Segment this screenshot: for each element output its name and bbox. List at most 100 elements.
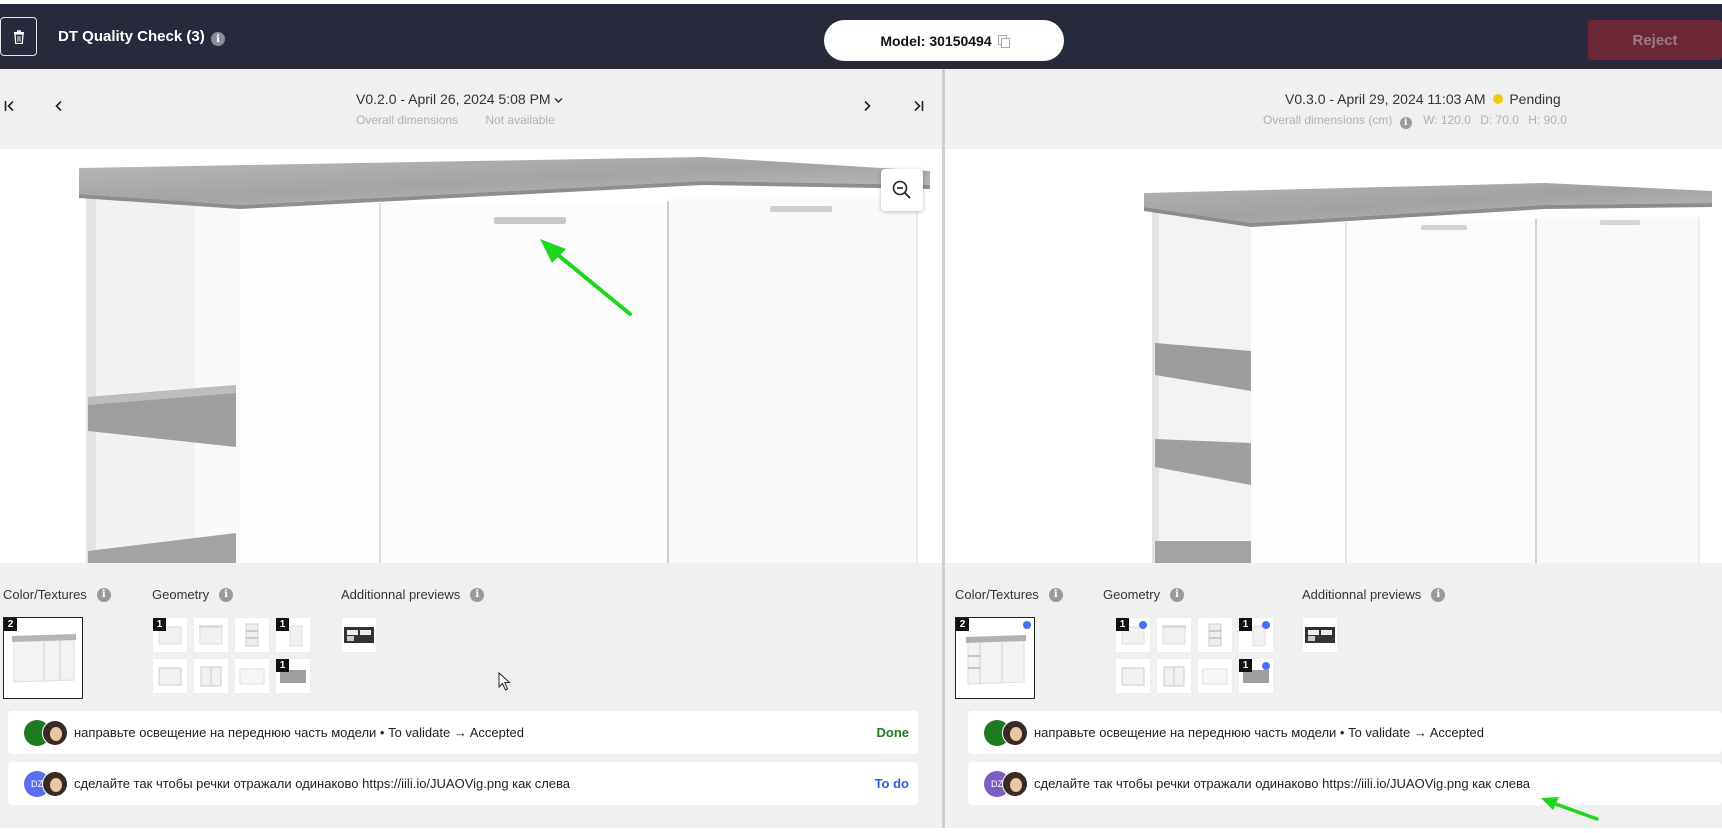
unread-indicator xyxy=(1139,621,1147,629)
delete-button[interactable] xyxy=(0,17,37,56)
info-icon[interactable]: i xyxy=(1399,117,1412,129)
left-version-panel: V0.2.0 - April 26, 2024 5:08 PM Overall … xyxy=(0,69,942,828)
avatar-group xyxy=(976,719,1028,746)
avatar xyxy=(42,770,68,797)
version-label: V0.3.0 - April 29, 2024 11:03 AM xyxy=(1285,91,1486,107)
color-textures-section: Color/Textures i xyxy=(3,587,111,602)
geometry-thumbnail[interactable] xyxy=(152,658,188,694)
model-label: Model: 30150494 xyxy=(880,32,992,49)
avatar xyxy=(42,719,68,746)
avatar-group: DZ xyxy=(16,770,68,797)
dimension-height: H: 90.0 xyxy=(1528,113,1567,127)
geometry-thumbnail[interactable]: 1 xyxy=(275,617,311,653)
info-icon[interactable]: i xyxy=(1170,587,1185,602)
comment-row[interactable]: направьте освещение на переднюю часть мо… xyxy=(968,711,1722,754)
previous-version-button[interactable] xyxy=(54,99,64,117)
geometry-thumbnail[interactable] xyxy=(1156,617,1192,653)
status-badge[interactable]: To do xyxy=(875,776,909,791)
first-version-button[interactable] xyxy=(4,99,16,117)
geometry-section: Geometry i xyxy=(1103,587,1185,602)
next-version-button[interactable] xyxy=(862,99,872,117)
avatar-group: DZ xyxy=(976,770,1028,797)
version-selector[interactable]: V0.2.0 - April 26, 2024 5:08 PM xyxy=(356,91,563,107)
section-label: Color/Textures xyxy=(955,587,1039,602)
unread-indicator xyxy=(1262,662,1270,670)
last-icon xyxy=(914,100,924,112)
section-label: Additionnal previews xyxy=(1302,587,1422,602)
thumbnail-image xyxy=(1208,623,1222,647)
avatar-group xyxy=(16,719,68,746)
version-header: V0.2.0 - April 26, 2024 5:08 PM Overall … xyxy=(0,69,942,149)
zoom-out-icon xyxy=(892,180,911,199)
comment-text: сделайте так чтобы речки отражали одинак… xyxy=(74,776,570,791)
unread-indicator xyxy=(1023,621,1031,629)
version-label: V0.2.0 - April 26, 2024 5:08 PM xyxy=(356,91,551,107)
info-icon[interactable]: i xyxy=(219,587,234,602)
geometry-thumbnail[interactable]: 1 xyxy=(1238,658,1274,694)
dimensions-label: Overall dimensions xyxy=(356,113,459,127)
info-icon[interactable]: i xyxy=(470,587,485,602)
section-label: Geometry xyxy=(152,587,210,602)
unread-indicator xyxy=(1262,621,1270,629)
count-badge: 1 xyxy=(1116,618,1129,631)
section-label: Color/Textures xyxy=(3,587,87,602)
last-version-button[interactable] xyxy=(912,99,924,117)
comment-row[interactable]: DZ сделайте так чтобы речки отражали оди… xyxy=(8,762,918,805)
dimensions-row: Overall dimensions Not available xyxy=(356,113,555,127)
comment-text: сделайте так чтобы речки отражали одинак… xyxy=(1034,776,1530,791)
additional-previews-section: Additionnal previews i xyxy=(341,587,485,602)
comment-text: направьте освещение на переднюю часть мо… xyxy=(1034,725,1484,740)
model-preview-viewer[interactable] xyxy=(945,149,1722,563)
copy-icon[interactable] xyxy=(997,35,1010,48)
right-version-panel: V0.3.0 - April 29, 2024 11:03 AM Pending… xyxy=(945,69,1722,828)
geometry-thumbnail[interactable] xyxy=(234,617,270,653)
thumbnail-image xyxy=(1121,667,1145,686)
comment-row[interactable]: DZ сделайте так чтобы речки отражали оди… xyxy=(968,762,1722,805)
comment-row[interactable]: направьте освещение на переднюю часть мо… xyxy=(8,711,918,754)
model-preview-viewer[interactable] xyxy=(0,149,942,563)
info-icon[interactable]: i xyxy=(1048,587,1063,602)
additional-preview-thumbnail[interactable] xyxy=(341,617,377,653)
first-icon xyxy=(4,100,14,112)
geometry-thumbnail[interactable] xyxy=(193,658,229,694)
chevron-left-icon xyxy=(55,100,62,112)
count-badge: 2 xyxy=(956,618,969,631)
dimensions-row: Overall dimensions (cm) i W: 120.0 D: 70… xyxy=(1263,113,1567,129)
page-title: DT Quality Check (3) xyxy=(58,28,205,45)
color-textures-section: Color/Textures i xyxy=(955,587,1063,602)
geometry-thumbnail[interactable] xyxy=(1197,617,1233,653)
info-icon[interactable]: i xyxy=(96,587,111,602)
avatar xyxy=(1002,719,1028,746)
geometry-thumbnail[interactable]: 1 xyxy=(275,658,311,694)
geometry-thumbnail[interactable] xyxy=(1197,658,1233,694)
additional-previews-section: Additionnal previews i xyxy=(1302,587,1446,602)
dimension-width: W: 120.0 xyxy=(1423,113,1471,127)
thumbnail-image xyxy=(1202,668,1228,685)
chevron-right-icon xyxy=(864,100,871,112)
status-badge[interactable]: Done xyxy=(877,725,910,740)
thumbnail-image xyxy=(1162,625,1186,645)
color-thumbnail[interactable]: 2 xyxy=(3,617,83,699)
zoom-out-button[interactable] xyxy=(881,169,923,211)
geometry-thumbnail[interactable] xyxy=(193,617,229,653)
geometry-thumbnail[interactable] xyxy=(1156,658,1192,694)
info-icon[interactable]: i xyxy=(1431,587,1446,602)
reject-button[interactable]: Reject xyxy=(1588,20,1722,60)
geometry-thumbnail[interactable] xyxy=(1115,658,1151,694)
info-icon[interactable]: i xyxy=(211,32,225,46)
annotation-arrow xyxy=(1541,797,1599,821)
geometry-thumbnail[interactable]: 1 xyxy=(152,617,188,653)
geometry-thumbnail[interactable] xyxy=(234,658,270,694)
count-badge: 1 xyxy=(153,618,166,631)
avatar xyxy=(1002,770,1028,797)
section-label: Additionnal previews xyxy=(341,587,461,602)
geometry-thumbnail[interactable]: 1 xyxy=(1238,617,1274,653)
color-thumbnail[interactable]: 2 xyxy=(955,617,1035,699)
model-id-pill[interactable]: Model: 30150494 xyxy=(824,20,1064,61)
section-label: Geometry xyxy=(1103,587,1161,602)
geometry-thumbnail[interactable]: 1 xyxy=(1115,617,1151,653)
trash-icon xyxy=(13,29,24,44)
additional-preview-thumbnail[interactable] xyxy=(1302,617,1338,653)
comment-text: направьте освещение на переднюю часть мо… xyxy=(74,725,524,740)
thumbnail-image xyxy=(245,623,259,647)
